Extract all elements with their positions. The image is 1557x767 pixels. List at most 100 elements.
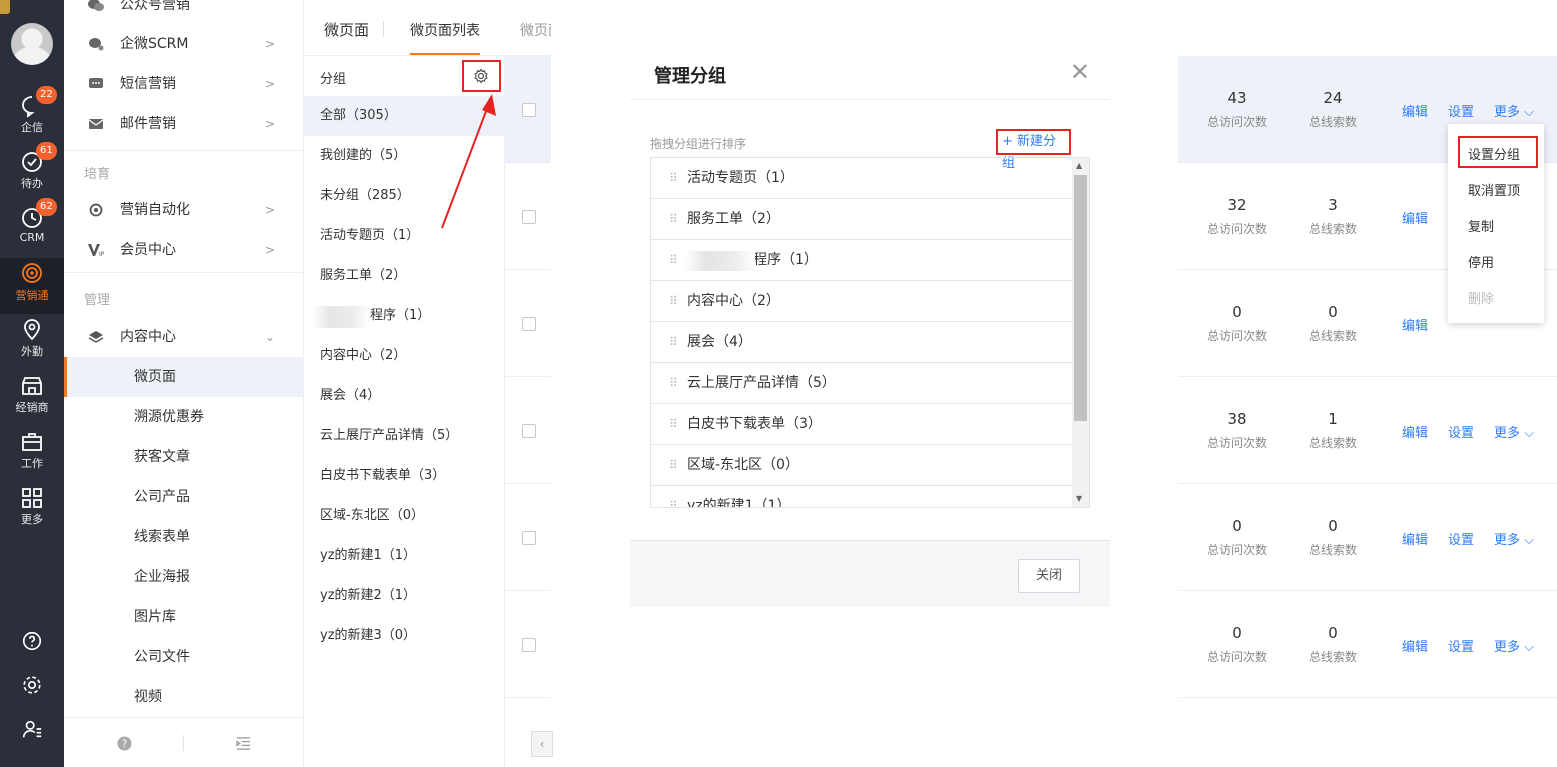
more-link[interactable]: 更多 ⌵ bbox=[1494, 101, 1534, 120]
edit-link[interactable]: 编辑 bbox=[1402, 422, 1428, 441]
row-checkbox[interactable] bbox=[522, 103, 536, 117]
edit-link[interactable]: 编辑 bbox=[1402, 208, 1428, 227]
rail-item-crm[interactable]: 62 CRM bbox=[0, 198, 64, 262]
rail-item-todo[interactable]: 61 待办 bbox=[0, 142, 64, 206]
nav-item-email[interactable]: 邮件营销 > bbox=[64, 104, 303, 144]
more-link[interactable]: 更多 ⌵ bbox=[1494, 422, 1534, 441]
rail-item-dealer[interactable]: 经销商 bbox=[0, 374, 64, 430]
nav-item-automation[interactable]: 营销自动化 > bbox=[64, 190, 303, 230]
group-item[interactable]: 区域-东北区（0） bbox=[304, 496, 504, 536]
collapse-menu-icon[interactable] bbox=[236, 736, 251, 751]
sortable-group-item[interactable]: ⠿ 程序（1） bbox=[651, 240, 1073, 281]
drag-handle-icon[interactable]: ⠿ bbox=[669, 199, 678, 240]
group-item[interactable]: yz的新建2（1） bbox=[304, 576, 504, 616]
pager-prev-button[interactable]: ‹ bbox=[531, 731, 553, 757]
nav-item-official-account[interactable]: 公众号营销 bbox=[64, 0, 303, 25]
drag-handle-icon[interactable]: ⠿ bbox=[669, 486, 678, 507]
menu-item-unpin[interactable]: 取消置顶 bbox=[1468, 180, 1520, 199]
avatar[interactable] bbox=[11, 23, 53, 65]
row-checkbox[interactable] bbox=[522, 317, 536, 331]
visits-value: 0 bbox=[1232, 303, 1242, 321]
group-item[interactable]: 展会（4） bbox=[304, 376, 504, 416]
leads-value: 3 bbox=[1328, 196, 1338, 214]
leads-cell: 24 总线索数 bbox=[1293, 89, 1373, 130]
leads-label: 总线索数 bbox=[1308, 222, 1357, 236]
menu-item-set-group[interactable]: 设置分组 bbox=[1468, 144, 1520, 163]
nav-sub-video[interactable]: 视频 bbox=[64, 677, 303, 717]
scrollbar[interactable]: ▲ ▼ bbox=[1072, 158, 1089, 507]
edit-link[interactable]: 编辑 bbox=[1402, 315, 1428, 334]
edit-link[interactable]: 编辑 bbox=[1402, 636, 1428, 655]
nav-sub-article[interactable]: 获客文章 bbox=[64, 437, 303, 477]
sortable-group-item[interactable]: ⠿ 云上展厅产品详情（5） bbox=[651, 363, 1073, 404]
sortable-group-item[interactable]: ⠿ 白皮书下载表单（3） bbox=[651, 404, 1073, 445]
visits-cell: 0 总访问次数 bbox=[1197, 517, 1277, 558]
rail-item-chat[interactable]: 22 企信 bbox=[0, 86, 64, 150]
edit-link[interactable]: 编辑 bbox=[1402, 101, 1428, 120]
scroll-down-icon[interactable]: ▼ bbox=[1076, 494, 1082, 503]
tab-micro-page[interactable]: 微页面 bbox=[520, 20, 551, 40]
sortable-group-item[interactable]: ⠿ 展会（4） bbox=[651, 322, 1073, 363]
rail-item-more[interactable]: 更多 bbox=[0, 486, 64, 542]
radar-icon bbox=[22, 263, 42, 283]
more-link[interactable]: 更多 ⌵ bbox=[1494, 529, 1534, 548]
nav-sub-product[interactable]: 公司产品 bbox=[64, 477, 303, 517]
edit-link[interactable]: 编辑 bbox=[1402, 529, 1428, 548]
row-checkbox[interactable] bbox=[522, 638, 536, 652]
nav-sub-image-library[interactable]: 图片库 bbox=[64, 597, 303, 637]
scrollbar-thumb[interactable] bbox=[1074, 175, 1087, 421]
row-checkbox[interactable] bbox=[522, 531, 536, 545]
rail-item-field[interactable]: 外勤 bbox=[0, 318, 64, 374]
new-group-button[interactable]: + 新建分组 bbox=[996, 129, 1071, 171]
more-link[interactable]: 更多 ⌵ bbox=[1494, 636, 1534, 655]
settings-link[interactable]: 设置 bbox=[1448, 422, 1474, 441]
user-settings-icon[interactable] bbox=[0, 718, 64, 744]
visits-label: 总访问次数 bbox=[1206, 115, 1267, 129]
drag-handle-icon[interactable]: ⠿ bbox=[669, 404, 678, 445]
table-row bbox=[505, 270, 551, 377]
settings-link[interactable]: 设置 bbox=[1448, 636, 1474, 655]
sortable-group-item[interactable]: ⠿ 区域-东北区（0） bbox=[651, 445, 1073, 486]
drag-handle-icon[interactable]: ⠿ bbox=[669, 445, 678, 486]
sortable-group-item[interactable]: ⠿ 服务工单（2） bbox=[651, 199, 1073, 240]
rail-item-work[interactable]: 工作 bbox=[0, 430, 64, 486]
nav-item-label: 企微SCRM bbox=[120, 36, 189, 52]
menu-item-copy[interactable]: 复制 bbox=[1468, 216, 1494, 235]
drag-handle-icon[interactable]: ⠿ bbox=[669, 322, 678, 363]
drag-handle-icon[interactable]: ⠿ bbox=[669, 281, 678, 322]
menu-item-disable[interactable]: 停用 bbox=[1468, 252, 1494, 271]
sortable-group-item[interactable]: ⠿ yz的新建1（1） bbox=[651, 486, 1073, 507]
group-item[interactable]: 白皮书下载表单（3） bbox=[304, 456, 504, 496]
sortable-group-item[interactable]: ⠿ 内容中心（2） bbox=[651, 281, 1073, 322]
close-icon[interactable]: ✕ bbox=[1070, 58, 1090, 86]
settings-gear-icon[interactable] bbox=[0, 674, 64, 700]
nav-item-content-center[interactable]: 内容中心 ⌄ bbox=[64, 317, 303, 357]
nav-sub-micro-page[interactable]: 微页面 bbox=[64, 357, 303, 397]
rail-item-marketing[interactable]: 营销通 bbox=[0, 258, 64, 314]
sortable-group-item[interactable]: ⠿ 活动专题页（1） bbox=[651, 158, 1073, 199]
group-item[interactable]: yz的新建3（0） bbox=[304, 616, 504, 656]
nav-sub-lead-form[interactable]: 线索表单 bbox=[64, 517, 303, 557]
help-circle-icon[interactable]: ? bbox=[117, 736, 132, 751]
drag-handle-icon[interactable]: ⠿ bbox=[669, 240, 678, 281]
nav-item-sms[interactable]: 短信营销 > bbox=[64, 64, 303, 104]
nav-sub-poster[interactable]: 企业海报 bbox=[64, 557, 303, 597]
group-item[interactable]: 内容中心（2） bbox=[304, 336, 504, 376]
group-item[interactable]: 服务工单（2） bbox=[304, 256, 504, 296]
drag-handle-icon[interactable]: ⠿ bbox=[669, 158, 678, 199]
group-item[interactable]: 云上展厅产品详情（5） bbox=[304, 416, 504, 456]
settings-link[interactable]: 设置 bbox=[1448, 529, 1474, 548]
row-checkbox[interactable] bbox=[522, 424, 536, 438]
close-button[interactable]: 关闭 bbox=[1018, 559, 1080, 593]
drag-handle-icon[interactable]: ⠿ bbox=[669, 363, 678, 404]
nav-item-member-center[interactable]: IP 会员中心 > bbox=[64, 230, 303, 270]
scroll-up-icon[interactable]: ▲ bbox=[1076, 161, 1082, 170]
help-icon[interactable] bbox=[0, 630, 64, 656]
nav-item-wecom-scrm[interactable]: 企微SCRM > bbox=[64, 24, 303, 64]
tab-micro-page-list[interactable]: 微页面列表 bbox=[410, 20, 480, 40]
group-item[interactable]: yz的新建1（1） bbox=[304, 536, 504, 576]
settings-link[interactable]: 设置 bbox=[1448, 101, 1474, 120]
nav-sub-coupon[interactable]: 溯源优惠券 bbox=[64, 397, 303, 437]
row-checkbox[interactable] bbox=[522, 210, 536, 224]
nav-sub-files[interactable]: 公司文件 bbox=[64, 637, 303, 677]
